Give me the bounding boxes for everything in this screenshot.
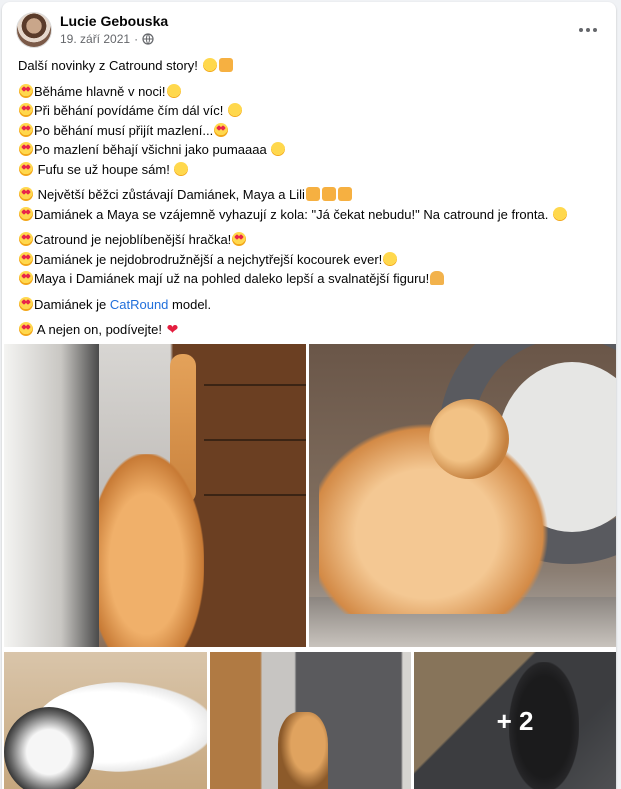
heart-eyes-icon [19,251,33,266]
post-meta: 19. září 2021 · [60,32,154,46]
intro-line: Další novinky z Catround story! [18,56,600,76]
star-struck-icon [232,232,247,246]
post-card: Lucie Gebouska 19. září 2021 · Další nov… [2,2,616,789]
outro-line: A nejen on, podívejte! ❤ [18,320,600,340]
grin-icon [166,83,181,98]
smile-icon [202,58,217,72]
heart-eyes-icon [19,83,33,98]
photo-2[interactable] [309,344,616,647]
photo-1[interactable] [4,344,306,647]
post-text: Další novinky z Catround story! Běháme h… [18,56,600,346]
heart-eyes-icon [19,232,33,246]
globe-icon [142,33,154,45]
heart-eyes-icon [19,122,33,137]
more-options-icon[interactable] [574,16,602,44]
flexed-biceps-icon [430,271,445,285]
model-line: Damiánek je CatRound model. [18,295,600,315]
photo-5[interactable]: + 2 [414,652,616,789]
heart-eyes-icon [19,187,33,201]
smile-icon [552,206,567,221]
heart-eyes-icon [19,161,33,176]
heart-eyes-icon [19,206,33,221]
more-photos-overlay[interactable]: + 2 [414,652,616,789]
author-name[interactable]: Lucie Gebouska [60,13,168,29]
cat-face-icon [305,187,320,201]
red-heart-icon: ❤ [166,321,179,337]
heart-eyes-icon [19,296,33,311]
heart-eyes-icon [19,322,33,336]
catround-link[interactable]: CatRound [110,297,169,312]
post-header: Lucie Gebouska 19. září 2021 · [16,10,602,50]
post-date[interactable]: 19. září 2021 [60,32,130,46]
smiling-hearts-icon [214,122,229,137]
photo-4[interactable] [210,652,411,789]
heart-eyes-icon [19,142,33,156]
paragraph-a: Běháme hlavně v noci! Při běhání povídám… [18,82,600,180]
kiss-icon [383,251,398,266]
cat-face-icon [321,187,336,201]
heart-eyes-icon [19,271,33,285]
paragraph-c: Catround je nejoblíbenější hračka! Damiá… [18,230,600,289]
heart-eyes-icon [19,103,33,117]
grin-icon [227,103,242,117]
more-photos-count: + 2 [496,706,534,736]
photo-3[interactable] [4,652,207,789]
cat-face-icon [337,187,352,201]
cat-face-icon [218,58,233,72]
grin-icon [271,142,286,156]
party-face-icon [174,161,189,176]
author-avatar[interactable] [16,12,52,48]
paragraph-b: Největší běžci zůstávají Damiánek, Maya … [18,185,600,224]
